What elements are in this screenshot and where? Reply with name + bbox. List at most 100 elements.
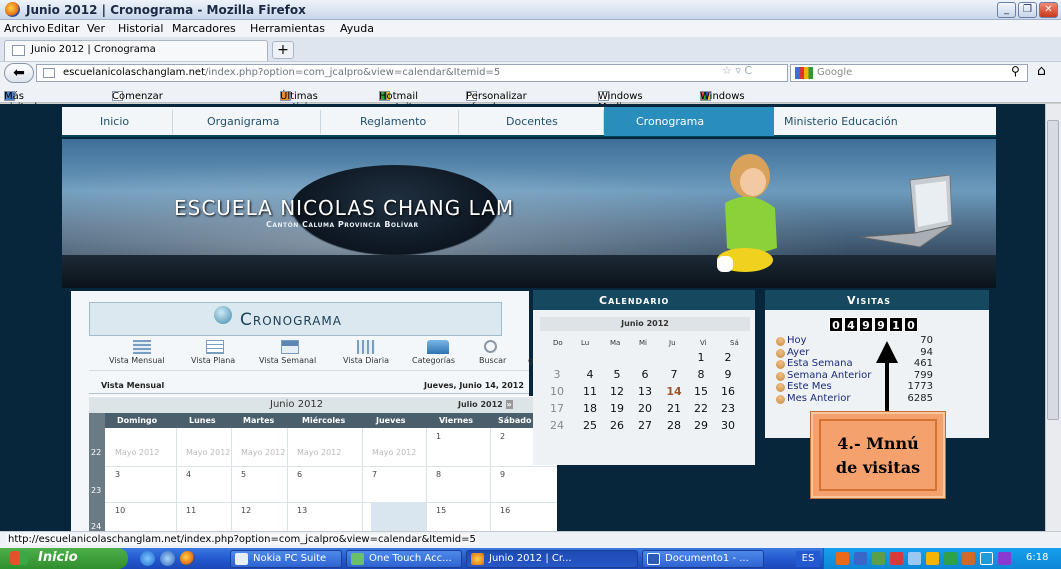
task-word[interactable]: Documento1 - ... — [642, 550, 764, 568]
task-onetouch[interactable]: One Touch Acc... — [346, 550, 462, 568]
mini-calendar-day[interactable]: 10 — [548, 385, 566, 398]
home-icon[interactable]: ⌂ — [1037, 63, 1046, 79]
mini-calendar-day[interactable]: 8 — [692, 368, 710, 381]
mini-calendar-day[interactable]: 29 — [692, 419, 710, 432]
firefox-quicklaunch-icon[interactable] — [180, 551, 195, 566]
mini-calendar-day[interactable]: 16 — [719, 385, 737, 398]
mini-calendar-day[interactable]: 14 — [665, 385, 683, 398]
week-number[interactable]: 24 — [91, 522, 101, 531]
url-bar[interactable]: escuelanicolaschanglam.net/index.php?opt… — [36, 64, 788, 82]
mini-calendar-day[interactable]: 2 — [719, 351, 737, 364]
search-icon[interactable] — [484, 340, 497, 353]
toolbar-vista-plana[interactable]: Vista Plana — [191, 356, 235, 365]
day-cell[interactable]: 11 — [186, 506, 196, 515]
day-cell[interactable]: 1 — [436, 432, 441, 441]
toolbar-vista-diaria[interactable]: Vista Diaria — [343, 356, 389, 365]
day-cell[interactable]: 8 — [436, 470, 441, 479]
day-view-icon[interactable] — [357, 340, 375, 354]
mini-calendar-day[interactable]: 18 — [581, 402, 599, 415]
day-cell[interactable]: 15 — [436, 506, 446, 515]
mini-calendar-day[interactable]: 28 — [665, 419, 683, 432]
close-button[interactable]: ✕ — [1039, 2, 1058, 18]
mini-calendar-day[interactable]: 11 — [581, 385, 599, 398]
search-icon[interactable]: ⚲ — [1011, 64, 1020, 78]
day-cell[interactable]: 9 — [500, 470, 505, 479]
menu-ver[interactable]: Ver — [87, 22, 105, 35]
mini-calendar-day[interactable]: 27 — [636, 419, 654, 432]
mini-calendar-day[interactable]: 12 — [608, 385, 626, 398]
mini-calendar-day[interactable]: 30 — [719, 419, 737, 432]
mini-calendar-day[interactable]: 13 — [636, 385, 654, 398]
mini-calendar-day[interactable]: 6 — [636, 368, 654, 381]
mini-calendar-day[interactable]: 22 — [692, 402, 710, 415]
menu-herramientas[interactable]: Herramientas — [250, 22, 325, 35]
tray-display-icon[interactable] — [980, 552, 993, 565]
nav-reglamento[interactable]: Reglamento — [360, 115, 426, 128]
task-firefox[interactable]: Junio 2012 | Cr... — [466, 550, 638, 568]
tray-volume-icon[interactable] — [908, 552, 921, 565]
tray-security-icon[interactable] — [872, 552, 885, 565]
day-cell[interactable]: Mayo 2012 — [186, 448, 230, 457]
week-number[interactable]: 23 — [91, 486, 101, 495]
mini-calendar-day[interactable]: 5 — [608, 368, 626, 381]
day-cell[interactable]: 5 — [241, 470, 246, 479]
toolbar-vista-mensual[interactable]: Vista Mensual — [109, 356, 165, 365]
mini-calendar-day[interactable]: 25 — [581, 419, 599, 432]
week-view-icon[interactable] — [281, 340, 299, 354]
day-cell[interactable]: 13 — [297, 506, 307, 515]
nav-cronograma[interactable]: Cronograma — [604, 107, 774, 136]
mini-calendar-day[interactable]: 3 — [548, 368, 566, 381]
mini-calendar-day[interactable]: 20 — [636, 402, 654, 415]
menu-marcadores[interactable]: Marcadores — [172, 22, 236, 35]
mini-calendar-day[interactable]: 7 — [665, 368, 683, 381]
tray-update-icon[interactable] — [944, 552, 957, 565]
search-input[interactable]: Google — [790, 64, 1028, 82]
tray-app-icon[interactable] — [836, 552, 849, 565]
toolbar-buscar[interactable]: Buscar — [479, 356, 506, 365]
mini-calendar-day[interactable]: 23 — [719, 402, 737, 415]
day-cell[interactable]: 4 — [186, 470, 191, 479]
day-cell[interactable]: 2 — [500, 432, 505, 441]
flat-view-icon[interactable] — [206, 340, 224, 354]
mini-calendar-day[interactable]: 1 — [692, 351, 710, 364]
tray-network-icon[interactable] — [854, 552, 867, 565]
back-button[interactable]: ⬅ — [4, 63, 34, 83]
day-cell[interactable]: Mayo 2012 — [241, 448, 285, 457]
new-tab-button[interactable]: + — [272, 41, 294, 59]
day-cell[interactable]: 3 — [115, 470, 120, 479]
mini-calendar-day[interactable]: 15 — [692, 385, 710, 398]
day-cell[interactable]: Mayo 2012 — [372, 448, 416, 457]
menu-historial[interactable]: Historial — [118, 22, 163, 35]
tab-cronograma[interactable]: Junio 2012 | Cronograma — [4, 40, 268, 61]
toolbar-vista-semanal[interactable]: Vista Semanal — [259, 356, 316, 365]
month-view-icon[interactable] — [133, 340, 151, 354]
minimize-button[interactable]: _ — [997, 2, 1016, 18]
nav-inicio[interactable]: Inicio — [100, 115, 129, 128]
tray-misc-icon[interactable] — [962, 552, 975, 565]
mini-calendar-day[interactable]: 17 — [548, 402, 566, 415]
mini-calendar-day[interactable]: 4 — [581, 368, 599, 381]
next-month-link[interactable]: Julio 2012 » — [458, 400, 513, 409]
maximize-button[interactable]: ❐ — [1018, 2, 1037, 18]
mini-calendar-day[interactable]: 26 — [608, 419, 626, 432]
tray-messenger-icon[interactable] — [926, 552, 939, 565]
mini-calendar-day[interactable]: 24 — [548, 419, 566, 432]
week-number[interactable]: 22 — [91, 448, 101, 457]
categories-folder-icon[interactable] — [427, 340, 449, 354]
menu-editar[interactable]: Editar — [47, 22, 80, 35]
site-identity-icon[interactable] — [43, 68, 55, 78]
nav-docentes[interactable]: Docentes — [506, 115, 558, 128]
tray-antivirus-icon[interactable] — [890, 552, 903, 565]
menu-ayuda[interactable]: Ayuda — [340, 22, 374, 35]
tray-bluetooth-icon[interactable] — [998, 552, 1011, 565]
day-cell[interactable]: 7 — [372, 470, 377, 479]
nav-organigrama[interactable]: Organigrama — [207, 115, 279, 128]
day-cell[interactable]: 12 — [241, 506, 251, 515]
day-cell[interactable]: 16 — [500, 506, 510, 515]
toolbar-categorias[interactable]: Categorías — [412, 356, 455, 365]
day-cell[interactable]: 6 — [297, 470, 302, 479]
day-cell[interactable]: Mayo 2012 — [297, 448, 341, 457]
day-cell[interactable]: 10 — [115, 506, 125, 515]
mini-calendar-day[interactable]: 9 — [719, 368, 737, 381]
menu-archivo[interactable]: Archivo — [4, 22, 45, 35]
